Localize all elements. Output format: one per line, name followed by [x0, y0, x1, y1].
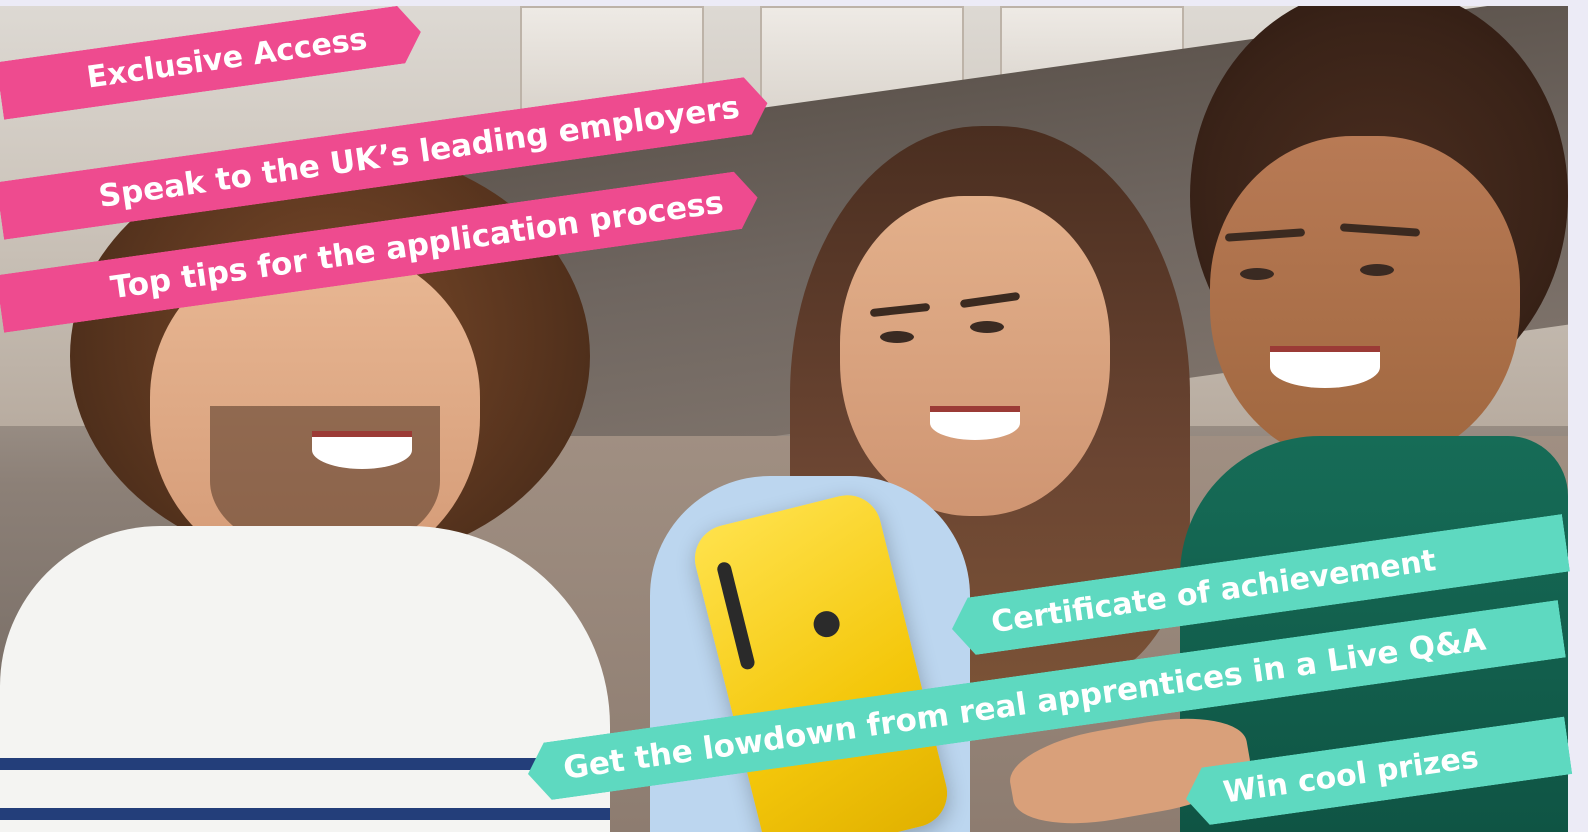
eye	[1240, 268, 1274, 280]
woman-face	[840, 196, 1110, 516]
eye	[880, 331, 914, 343]
eye	[1360, 264, 1394, 276]
man-smile	[312, 431, 412, 469]
woman-smile	[1270, 346, 1380, 388]
fingerprint-sensor	[810, 608, 843, 640]
camera-strip	[715, 560, 757, 671]
white-tshirt	[0, 526, 610, 832]
woman-smile	[930, 406, 1020, 440]
eye	[970, 321, 1004, 333]
hero-photo	[0, 6, 1568, 832]
woman-face	[1210, 136, 1520, 466]
shirt-stripe	[0, 758, 610, 770]
shirt-stripe	[0, 808, 610, 820]
